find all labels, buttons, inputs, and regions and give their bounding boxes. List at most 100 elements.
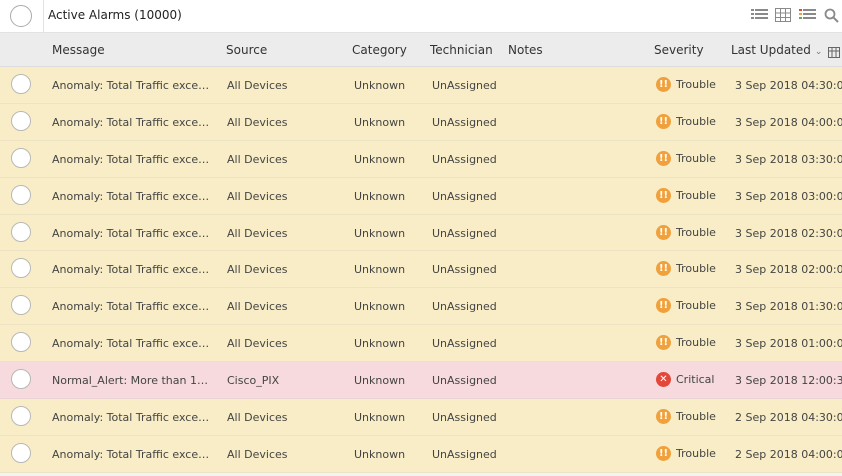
severity-list-view-icon[interactable] [798, 6, 816, 24]
table-row[interactable]: Anomaly: Total Traffic exceeds T... All D… [0, 399, 842, 436]
table-row[interactable]: Anomaly: Total Traffic exceeds T... All D… [0, 288, 842, 326]
alarm-message[interactable]: Anomaly: Total Traffic exceeds T... [52, 190, 212, 203]
table-row[interactable]: Normal_Alert: More than 1000 e... Cisco_P… [0, 362, 842, 400]
alarm-category: Unknown [354, 300, 406, 314]
alarm-technician: UnAssigned [432, 226, 497, 240]
alarm-last-updated: 3 Sep 2018 04:00:00 ... [735, 115, 842, 129]
table-row[interactable]: Anomaly: Total Traffic exceeds T... All D… [0, 140, 842, 178]
alarm-category: Unknown [354, 374, 406, 388]
severity-label: Trouble [676, 336, 716, 350]
table-row[interactable]: Anomaly: Total Traffic exceeds T... All D… [0, 214, 842, 252]
view-switcher [750, 6, 840, 24]
alarm-technician: UnAssigned [432, 447, 497, 461]
alarm-severity: !! Trouble [656, 187, 728, 203]
row-select-radio[interactable] [11, 184, 31, 205]
table-row[interactable]: Anomaly: Total Traffic exceeds T... All D… [0, 251, 842, 289]
trouble-severity-icon: !! [656, 150, 671, 166]
alarm-source: Cisco_PIX [227, 374, 280, 388]
column-header-severity[interactable]: Severity [654, 43, 704, 57]
alarm-source: All Devices [227, 115, 288, 129]
critical-severity-icon: ✕ [656, 372, 671, 388]
table-row[interactable]: Anomaly: Total Traffic exceeds T... All D… [0, 67, 842, 104]
alarm-message[interactable]: Normal_Alert: More than 1000 e... [52, 374, 212, 387]
toolbar-divider [43, 0, 44, 33]
row-select-radio[interactable] [11, 406, 31, 427]
search-icon[interactable] [822, 6, 840, 24]
alarm-last-updated: 3 Sep 2018 01:00:01 ... [735, 337, 842, 351]
column-header-last-updated[interactable]: Last Updated ⌄ [731, 43, 822, 57]
alarm-message[interactable]: Anomaly: Total Traffic exceeds T... [52, 116, 212, 129]
column-chooser-icon[interactable] [828, 43, 842, 58]
alarm-message[interactable]: Anomaly: Total Traffic exceeds T... [52, 227, 212, 240]
column-header-category[interactable]: Category [352, 43, 407, 57]
alarm-last-updated: 3 Sep 2018 12:00:38 ... [735, 374, 842, 388]
alarm-technician: UnAssigned [432, 79, 497, 92]
column-header-notes[interactable]: Notes [508, 43, 543, 57]
alarm-source: All Devices [227, 411, 288, 425]
row-select-radio[interactable] [11, 258, 31, 279]
alarm-source: All Devices [227, 337, 288, 351]
row-select-radio[interactable] [11, 332, 31, 353]
row-select-radio[interactable] [11, 147, 31, 168]
alarm-message[interactable]: Anomaly: Total Traffic exceeds T... [52, 448, 212, 461]
alarm-message[interactable]: Anomaly: Total Traffic exceeds T... [52, 411, 212, 424]
alarm-last-updated: 3 Sep 2018 01:30:01 ... [735, 300, 842, 314]
list-view-icon[interactable] [750, 6, 768, 24]
severity-label: Critical [676, 373, 715, 387]
alarm-severity: !! Trouble [656, 224, 728, 240]
sort-descending-icon: ⌄ [814, 47, 823, 57]
alarm-table-body: Anomaly: Total Traffic exceeds T... All D… [0, 67, 842, 473]
alarm-message[interactable]: Anomaly: Total Traffic exceeds T... [52, 300, 212, 313]
alarm-severity: !! Trouble [656, 409, 728, 425]
trouble-severity-icon: !! [656, 224, 671, 240]
table-row[interactable]: Anomaly: Total Traffic exceeds T... All D… [0, 103, 842, 141]
alarm-source: All Devices [227, 189, 288, 203]
alarm-message[interactable]: Anomaly: Total Traffic exceeds T... [52, 263, 212, 276]
alarm-category: Unknown [354, 152, 406, 166]
alarm-category: Unknown [354, 337, 406, 351]
row-select-radio[interactable] [11, 442, 31, 463]
severity-label: Trouble [676, 446, 716, 460]
alarm-source: All Devices [227, 447, 288, 461]
alarm-technician: UnAssigned [432, 189, 497, 203]
alarm-last-updated: 3 Sep 2018 03:30:00 ... [735, 152, 842, 166]
trouble-severity-icon: !! [656, 335, 671, 351]
alarm-technician: UnAssigned [432, 152, 497, 166]
alarm-last-updated: 3 Sep 2018 03:00:00 ... [735, 189, 842, 203]
select-all-checkbox[interactable] [10, 5, 32, 27]
alarm-last-updated: 2 Sep 2018 04:30:01 ... [735, 411, 842, 425]
row-select-radio[interactable] [11, 369, 31, 390]
alarm-severity: !! Trouble [656, 77, 728, 92]
trouble-severity-icon: !! [656, 261, 671, 277]
alarm-last-updated: 3 Sep 2018 02:00:04 ... [735, 263, 842, 277]
grid-view-icon[interactable] [774, 6, 792, 24]
alarm-message[interactable]: Anomaly: Total Traffic exceeds T... [52, 153, 212, 166]
alarm-category: Unknown [354, 115, 406, 129]
column-header-technician[interactable]: Technician [430, 43, 493, 57]
table-row[interactable]: Anomaly: Total Traffic exceeds T... All D… [0, 325, 842, 363]
toolbar: Active Alarms (10000) [0, 0, 842, 33]
row-select-radio[interactable] [11, 110, 31, 131]
row-select-radio[interactable] [11, 221, 31, 242]
alarm-message[interactable]: Anomaly: Total Traffic exceeds T... [52, 337, 212, 350]
alarm-message[interactable]: Anomaly: Total Traffic exceeds T... [52, 79, 212, 92]
alarm-technician: UnAssigned [432, 263, 497, 277]
severity-label: Trouble [676, 78, 716, 91]
table-row[interactable]: Anomaly: Total Traffic exceeds T... All D… [0, 435, 842, 473]
row-select-radio[interactable] [11, 295, 31, 316]
alarm-severity: !! Trouble [656, 298, 728, 314]
column-header-message[interactable]: Message [52, 43, 105, 57]
alarm-technician: UnAssigned [432, 300, 497, 314]
trouble-severity-icon: !! [656, 445, 671, 461]
severity-label: Trouble [676, 410, 716, 424]
alarm-category: Unknown [354, 226, 406, 240]
alarm-category: Unknown [354, 79, 406, 92]
column-header-source[interactable]: Source [226, 43, 267, 57]
row-select-radio[interactable] [11, 74, 31, 94]
alarm-source: All Devices [227, 300, 288, 314]
table-row[interactable]: Anomaly: Total Traffic exceeds T... All D… [0, 177, 842, 215]
alarm-source: All Devices [227, 263, 288, 277]
alarm-severity: ✕ Critical [656, 372, 728, 388]
alarm-source: All Devices [227, 152, 288, 166]
alarm-last-updated: 2 Sep 2018 04:00:01 ... [735, 447, 842, 461]
